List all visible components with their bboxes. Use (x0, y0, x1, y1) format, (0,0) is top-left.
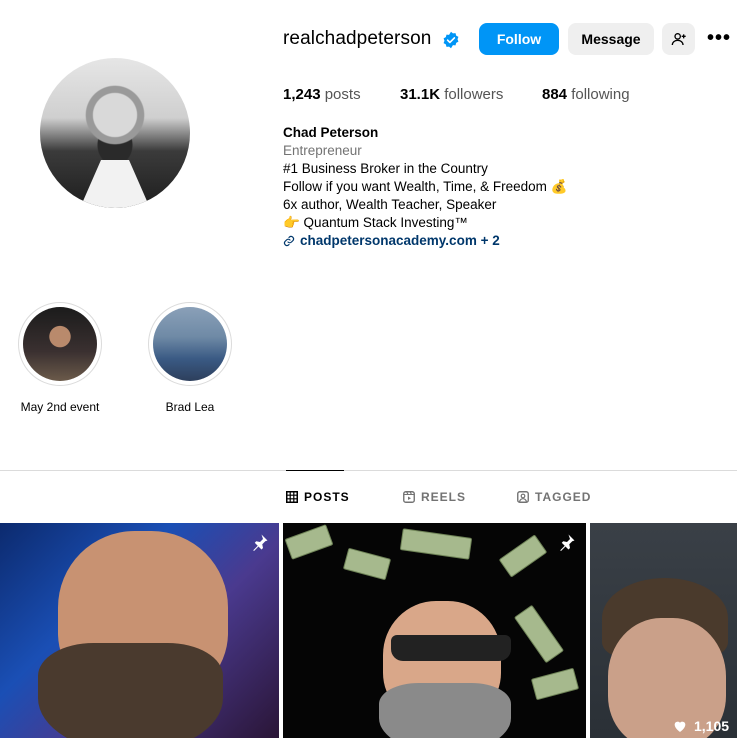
verified-badge-icon (443, 31, 459, 49)
message-button[interactable]: Message (568, 23, 654, 55)
followers-count: 31.1K (400, 86, 441, 103)
profile-avatar[interactable] (40, 58, 190, 208)
highlight-ring (148, 302, 232, 386)
tabs-divider (0, 470, 737, 471)
highlight-ring (18, 302, 102, 386)
post-image-beard (38, 643, 223, 738)
posts-label: posts (324, 86, 361, 103)
posts-count: 1,243 (283, 86, 321, 103)
post-thumbnail[interactable] (0, 523, 279, 738)
profile-bio: Chad Peterson Entrepreneur #1 Business B… (283, 124, 567, 250)
highlight-label: Brad Lea (165, 400, 215, 414)
story-highlight[interactable]: May 2nd event (17, 302, 103, 414)
bio-line: 👉 Quantum Stack Investing™ (283, 215, 468, 230)
heart-icon (674, 721, 686, 732)
bio-line: #1 Business Broker in the Country (283, 161, 488, 176)
bio-link-text: chadpetersonacademy.com + 2 (300, 233, 500, 248)
highlight-label: May 2nd event (20, 400, 100, 414)
highlight-cover (23, 307, 97, 381)
bio-line: Follow if you want Wealth, Time, & Freed… (283, 179, 568, 194)
following-label: following (571, 86, 630, 103)
active-tab-indicator (286, 470, 344, 471)
post-image-sunglasses (391, 635, 511, 661)
follow-button[interactable]: Follow (479, 23, 559, 55)
profile-username: realchadpeterson (283, 28, 432, 49)
following-stat[interactable]: 884 following (542, 86, 630, 103)
post-image-money (342, 547, 392, 581)
story-highlight[interactable]: Brad Lea (147, 302, 233, 414)
post-image-money (284, 524, 334, 560)
followers-label: followers (444, 86, 504, 103)
post-image-money (530, 667, 580, 701)
avatar-shirt (80, 160, 150, 208)
post-thumbnail[interactable] (283, 523, 586, 738)
grid-icon (286, 491, 298, 503)
bio-link[interactable]: chadpetersonacademy.com + 2 (283, 232, 567, 250)
more-options-icon[interactable]: ••• (705, 27, 733, 49)
pinned-icon (253, 534, 268, 551)
tab-tagged-label: TAGGED (535, 490, 592, 504)
reels-icon (403, 491, 415, 503)
post-image-money (513, 604, 565, 664)
post-likes-count: 1,105 (694, 718, 730, 734)
tab-tagged[interactable]: TAGGED (517, 490, 591, 504)
followers-stat[interactable]: 31.1K followers (400, 86, 503, 103)
post-likes-overlay: 1,105 (672, 718, 729, 734)
link-icon (283, 235, 295, 247)
tab-reels[interactable]: REELS (403, 490, 466, 504)
posts-stat: 1,243 posts (283, 86, 361, 103)
following-count: 884 (542, 86, 568, 103)
tab-posts[interactable]: POSTS (286, 490, 350, 504)
highlight-cover (153, 307, 227, 381)
bio-line: 6x author, Wealth Teacher, Speaker (283, 197, 497, 212)
post-image-beard (379, 683, 511, 738)
tagged-icon (517, 491, 529, 503)
tab-reels-label: REELS (421, 490, 467, 504)
add-person-icon (671, 33, 686, 46)
pinned-icon (560, 534, 575, 551)
suggested-accounts-button[interactable] (662, 23, 695, 55)
profile-full-name: Chad Peterson (283, 125, 379, 140)
profile-category: Entrepreneur (283, 143, 362, 158)
post-image-money (498, 534, 548, 578)
post-image-money (399, 528, 473, 560)
post-thumbnail[interactable]: 1,105 (590, 523, 737, 738)
tab-posts-label: POSTS (304, 490, 350, 504)
